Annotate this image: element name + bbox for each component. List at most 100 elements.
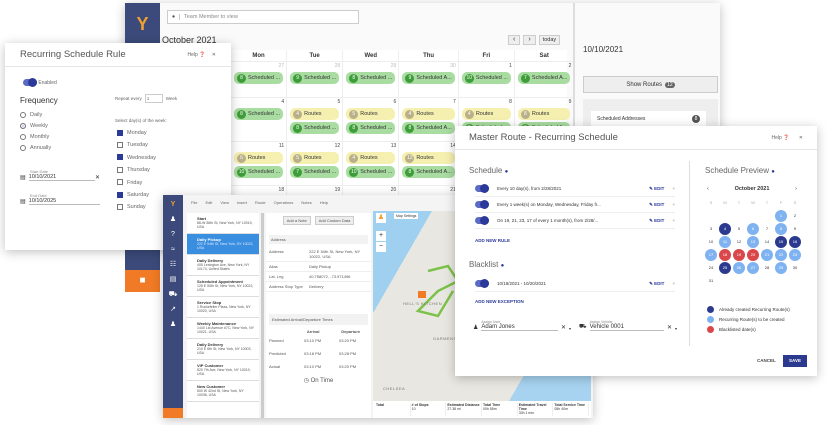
- routes-chip[interactable]: 8 Routes: [517, 108, 571, 120]
- team-icon[interactable]: ♟: [163, 317, 183, 332]
- add-exception-link[interactable]: ADD NEW EXCEPTION: [475, 299, 524, 304]
- routes-chip[interactable]: 5 Routes: [290, 152, 340, 164]
- stop-item[interactable]: Daily Delivery 210 E 6th St, New York, NY…: [187, 339, 259, 360]
- frequency-option[interactable]: Monthly: [20, 132, 51, 143]
- help-icon[interactable]: ?: [163, 227, 183, 242]
- preview-day[interactable]: 1: [775, 210, 787, 222]
- scheduled-chip[interactable]: 7 Scheduled ...: [290, 166, 340, 178]
- preview-day[interactable]: 22: [775, 249, 787, 261]
- preview-day[interactable]: 7: [761, 223, 773, 235]
- day-option[interactable]: Tuesday: [117, 139, 156, 151]
- routes-chip[interactable]: 4 Routes: [402, 108, 455, 120]
- scheduled-chip[interactable]: 7 Scheduled A...: [517, 72, 571, 84]
- preview-day[interactable]: 17: [705, 249, 717, 261]
- preview-day[interactable]: 16: [789, 236, 801, 248]
- preview-day[interactable]: 5: [733, 223, 745, 235]
- menu-item[interactable]: Route: [255, 200, 266, 205]
- help-link[interactable]: Help: [771, 135, 781, 141]
- preview-day[interactable]: 20: [747, 249, 759, 261]
- calendar-day-cell[interactable]: 11 6 Routes 10 Scheduled ...: [231, 142, 288, 186]
- checkbox[interactable]: [117, 141, 123, 148]
- scheduled-chip[interactable]: 8Scheduled ...: [290, 122, 340, 134]
- preview-day[interactable]: 24: [705, 262, 717, 274]
- preview-day[interactable]: 10: [705, 236, 717, 248]
- menu-item[interactable]: View: [220, 200, 229, 205]
- preview-day[interactable]: 26: [733, 262, 745, 274]
- day-option[interactable]: Friday: [117, 177, 156, 189]
- calendar-day-cell[interactable]: 30 9 Scheduled A...: [399, 62, 459, 98]
- stop-item[interactable]: Service Stop 1 Rockefeller Plaza, New Yor…: [187, 297, 259, 318]
- routes-chip[interactable]: 4 Routes: [290, 108, 340, 120]
- menu-item[interactable]: File: [191, 200, 197, 205]
- rule-toggle[interactable]: [475, 184, 489, 193]
- rule-toggle[interactable]: [475, 200, 489, 209]
- frequency-option[interactable]: Annually: [20, 143, 51, 154]
- enabled-toggle[interactable]: [23, 78, 37, 87]
- checkbox[interactable]: [117, 154, 123, 161]
- reports-icon[interactable]: ▤: [163, 272, 183, 287]
- calendar-day-cell[interactable]: 12 5 Routes 7 Scheduled ...: [287, 142, 344, 186]
- delete-icon[interactable]: ×: [672, 202, 675, 207]
- analytics-icon[interactable]: ↗: [163, 302, 183, 317]
- preview-day[interactable]: 28: [761, 262, 773, 274]
- calendar-day-cell[interactable]: 4 8 Scheduled ...: [231, 98, 288, 142]
- preview-day[interactable]: 18: [719, 249, 731, 261]
- menu-item[interactable]: Operations: [274, 200, 294, 205]
- cancel-button[interactable]: CANCEL: [757, 358, 776, 363]
- calendar-day-cell[interactable]: 7 4 Routes 8 Scheduled A...: [399, 98, 459, 142]
- delete-icon[interactable]: ×: [672, 281, 675, 286]
- scheduled-chip[interactable]: 8Scheduled A...: [402, 166, 455, 178]
- preview-day[interactable]: 29: [775, 262, 787, 274]
- save-button[interactable]: SAVE: [783, 355, 807, 367]
- next-month-button[interactable]: ›: [523, 35, 536, 45]
- drivers-icon[interactable]: ♟: [163, 212, 183, 227]
- preview-day[interactable]: 25: [719, 262, 731, 274]
- vehicles-icon[interactable]: ⛟: [163, 287, 183, 302]
- routes-chip[interactable]: 4 Routes: [346, 152, 396, 164]
- stop-item[interactable]: Scheduled Appointment 125 E 50th St, New …: [187, 276, 259, 297]
- preview-day[interactable]: 31: [705, 275, 717, 287]
- today-button[interactable]: today: [538, 35, 561, 45]
- clear-icon[interactable]: ✕: [667, 324, 672, 331]
- preview-day[interactable]: 19: [733, 249, 745, 261]
- calendar-day-cell[interactable]: 29 8 Scheduled ...: [343, 62, 400, 98]
- day-option[interactable]: Wednesday: [117, 152, 156, 164]
- close-icon[interactable]: ✕: [212, 52, 216, 58]
- scheduled-chip[interactable]: 10 Scheduled ...: [461, 72, 511, 84]
- assign-user-select[interactable]: Adam Jones: [481, 324, 514, 330]
- rule-toggle[interactable]: [475, 216, 489, 225]
- day-option[interactable]: Sunday: [117, 201, 156, 213]
- clear-icon[interactable]: ✕: [95, 174, 100, 181]
- delete-icon[interactable]: ×: [672, 218, 675, 223]
- detail-value[interactable]: Delivery: [309, 284, 368, 289]
- routes-chip[interactable]: 4 Routes: [461, 108, 511, 120]
- end-date-input[interactable]: 10/10/2025: [28, 198, 100, 205]
- clear-icon[interactable]: ✕: [561, 324, 566, 331]
- calendar-day-cell[interactable]: 6 5 Routes 8 Scheduled ...: [343, 98, 400, 142]
- preview-day[interactable]: 21: [761, 249, 773, 261]
- checkbox[interactable]: [117, 203, 123, 210]
- preview-day[interactable]: 8: [775, 223, 787, 235]
- preview-day[interactable]: 13: [747, 236, 759, 248]
- menu-item[interactable]: Notes: [301, 200, 311, 205]
- checkbox[interactable]: [117, 179, 123, 186]
- stop-item[interactable]: Daily Delivery 405 Lexington Ave, New Yor…: [187, 255, 259, 276]
- scheduled-chip[interactable]: 8Scheduled ...: [234, 72, 284, 84]
- calendar-day-cell[interactable]: 28 9 Scheduled ...: [287, 62, 344, 98]
- delete-icon[interactable]: ×: [672, 186, 675, 191]
- show-routes-button[interactable]: Show Routes 12: [583, 76, 718, 93]
- calendar-day-cell[interactable]: 27 8 Scheduled ...: [231, 62, 288, 98]
- preview-day[interactable]: 23: [789, 249, 801, 261]
- preview-day[interactable]: 12: [733, 236, 745, 248]
- preview-day[interactable]: 14: [761, 236, 773, 248]
- preview-day[interactable]: 6: [747, 223, 759, 235]
- menu-item[interactable]: Insert: [237, 200, 247, 205]
- radio-button[interactable]: [20, 144, 26, 151]
- edit-button[interactable]: ✎ EDIT: [649, 186, 664, 192]
- preview-day[interactable]: 3: [705, 223, 717, 235]
- help-icon[interactable]: ❓: [783, 135, 789, 141]
- radio-button[interactable]: [20, 133, 26, 140]
- scheduled-chip[interactable]: 10 Scheduled ...: [346, 166, 396, 178]
- routes-chip[interactable]: 5 Routes: [346, 108, 396, 120]
- checkbox[interactable]: [117, 129, 123, 136]
